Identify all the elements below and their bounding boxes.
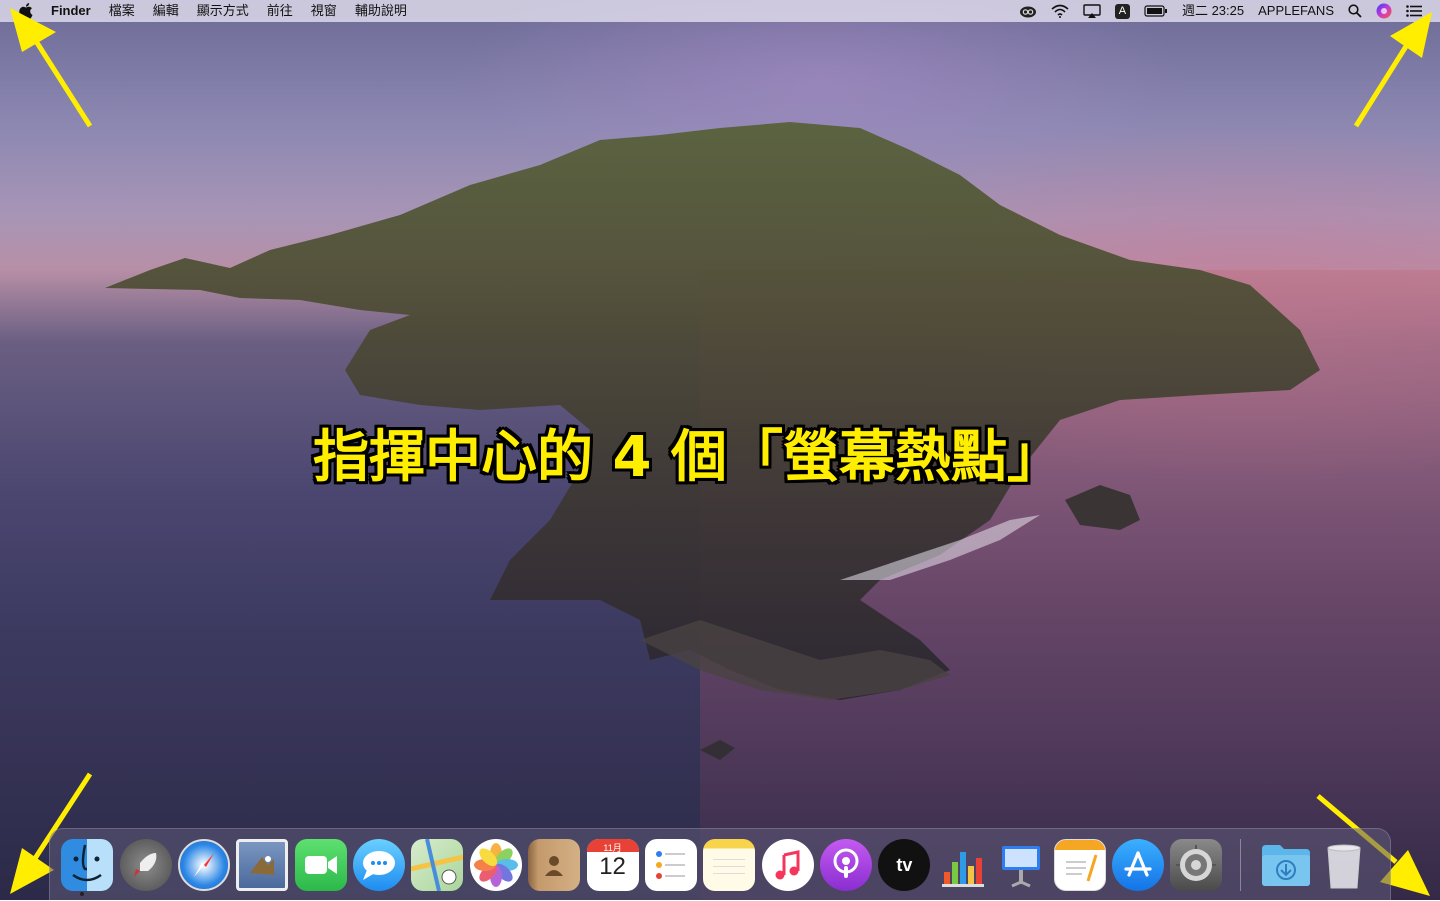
dock-keynote-icon[interactable] bbox=[995, 839, 1047, 891]
menu-help[interactable]: 輔助說明 bbox=[346, 0, 416, 22]
dock-mail-icon[interactable] bbox=[236, 839, 289, 891]
dock-notes-icon[interactable] bbox=[703, 839, 756, 891]
arrow-top-left-icon bbox=[10, 8, 93, 128]
dock-music-icon[interactable] bbox=[761, 839, 814, 891]
menu-window[interactable]: 視窗 bbox=[302, 0, 346, 22]
input-method-icon[interactable]: A bbox=[1114, 0, 1130, 22]
dock-trash-icon[interactable] bbox=[1318, 839, 1370, 891]
dock-system-preferences-icon[interactable] bbox=[1170, 839, 1223, 891]
dock-messages-icon[interactable] bbox=[353, 839, 406, 891]
menu-clock[interactable]: 週二 23:25 bbox=[1182, 0, 1244, 22]
tv-label: tv bbox=[896, 854, 913, 875]
dock: 11月 12 tv bbox=[49, 828, 1391, 900]
dock-photos-icon[interactable] bbox=[469, 839, 522, 891]
calendar-day: 12 bbox=[599, 853, 626, 880]
dock-calendar-icon[interactable]: 11月 12 bbox=[586, 839, 639, 891]
menu-bar: Finder 檔案 編輯 顯示方式 前往 視窗 輔助說明 A 週二 23:25 … bbox=[0, 0, 1440, 22]
airplay-icon[interactable] bbox=[1083, 0, 1101, 22]
menu-view[interactable]: 顯示方式 bbox=[188, 0, 258, 22]
dock-safari-icon[interactable] bbox=[177, 839, 230, 891]
menu-user[interactable]: APPLEFANS bbox=[1258, 0, 1334, 22]
battery-icon[interactable] bbox=[1144, 0, 1168, 22]
dock-podcasts-icon[interactable] bbox=[820, 839, 873, 891]
creative-cloud-icon[interactable] bbox=[1019, 0, 1037, 22]
hot-corners-headline: 指揮中心的 4 個「螢幕熱點」 bbox=[313, 425, 1063, 490]
dock-facetime-icon[interactable] bbox=[294, 839, 347, 891]
dock-contacts-icon[interactable] bbox=[528, 839, 581, 891]
dock-numbers-icon[interactable] bbox=[937, 839, 989, 891]
dock-reminders-icon[interactable] bbox=[644, 839, 697, 891]
dock-maps-icon[interactable] bbox=[411, 839, 464, 891]
dock-app-store-icon[interactable] bbox=[1111, 839, 1164, 891]
dock-tv-icon[interactable]: tv bbox=[878, 839, 931, 891]
dock-finder-icon[interactable] bbox=[61, 839, 114, 891]
dock-launchpad-icon[interactable] bbox=[119, 839, 172, 891]
finder-running-indicator bbox=[80, 892, 84, 896]
dock-downloads-folder-icon[interactable] bbox=[1260, 839, 1312, 891]
dock-separator bbox=[1239, 839, 1241, 891]
menu-edit[interactable]: 編輯 bbox=[144, 0, 188, 22]
dock-pages-icon[interactable] bbox=[1053, 839, 1106, 891]
arrow-top-right-icon bbox=[1353, 12, 1432, 128]
menu-go[interactable]: 前往 bbox=[258, 0, 302, 22]
wifi-icon[interactable] bbox=[1051, 0, 1069, 22]
